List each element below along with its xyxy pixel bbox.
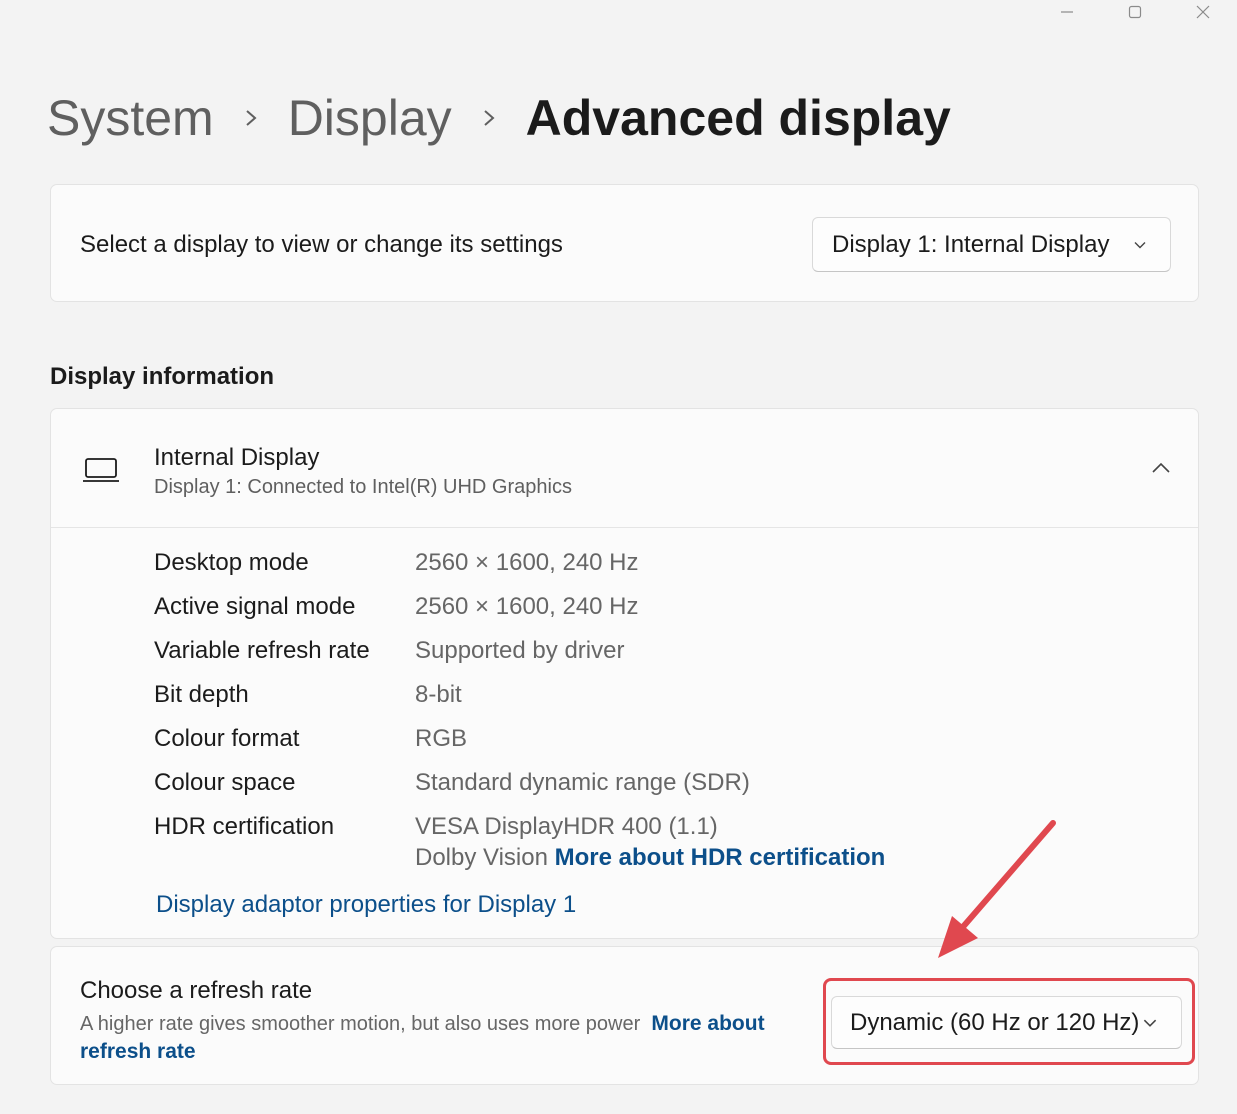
display-select-value: Display 1: Internal Display (832, 230, 1110, 258)
hdr-extra-line: Dolby Vision More about HDR certificatio… (415, 844, 885, 872)
info-key: Colour format (154, 725, 300, 752)
display-select-dropdown[interactable]: Display 1: Internal Display (812, 217, 1171, 272)
info-value: Supported by driver (415, 637, 625, 664)
refresh-rate-description-text: A higher rate gives smoother motion, but… (80, 1013, 641, 1035)
chevron-up-icon (1152, 462, 1170, 473)
info-value: RGB (415, 725, 468, 752)
maximize-button[interactable] (1101, 0, 1169, 24)
info-row-active-signal-mode: Active signal mode 2560 × 1600, 240 Hz (154, 591, 750, 635)
info-key: Active signal mode (154, 593, 356, 620)
info-row-colour-space: Colour space Standard dynamic range (SDR… (154, 767, 750, 811)
window-controls (1033, 0, 1237, 24)
hdr-certification-link[interactable]: More about HDR certification (555, 844, 886, 871)
close-icon (1196, 5, 1210, 19)
display-info-list: Desktop mode 2560 × 1600, 240 Hz Active … (154, 547, 750, 855)
laptop-icon (83, 457, 119, 488)
display-select-label: Select a display to view or change its s… (80, 231, 563, 258)
info-key: Variable refresh rate (154, 637, 370, 664)
info-key: Bit depth (154, 681, 249, 708)
info-row-colour-format: Colour format RGB (154, 723, 750, 767)
info-row-variable-refresh-rate: Variable refresh rate Supported by drive… (154, 635, 750, 679)
page-title: Advanced display (525, 90, 951, 146)
annotation-highlight-box (823, 978, 1195, 1065)
hdr-extra-value: Dolby Vision (415, 844, 548, 871)
breadcrumb-display[interactable]: Display (288, 88, 452, 148)
chevron-right-icon (214, 106, 288, 130)
annotation-arrow-icon (938, 820, 1056, 958)
chevron-right-icon (452, 106, 526, 130)
minimize-icon (1061, 11, 1073, 13)
display-adaptor-properties-link[interactable]: Display adaptor properties for Display 1 (156, 891, 576, 919)
info-key: Desktop mode (154, 549, 309, 576)
refresh-rate-description: A higher rate gives smoother motion, but… (80, 1010, 820, 1066)
collapse-button[interactable] (1146, 453, 1176, 483)
display-select-card: Select a display to view or change its s… (50, 184, 1199, 302)
display-name: Internal Display (154, 444, 320, 471)
section-title-display-information: Display information (50, 363, 275, 390)
info-key: Colour space (154, 769, 296, 796)
info-row-desktop-mode: Desktop mode 2560 × 1600, 240 Hz (154, 547, 750, 591)
info-value: Standard dynamic range (SDR) (415, 769, 750, 796)
minimize-button[interactable] (1033, 0, 1101, 24)
info-value: 8-bit (415, 681, 462, 708)
breadcrumb: System Display Advanced display (47, 88, 951, 148)
maximize-icon (1128, 5, 1142, 19)
refresh-rate-title: Choose a refresh rate (80, 977, 313, 1004)
close-button[interactable] (1169, 0, 1237, 24)
display-information-header[interactable]: Internal Display Display 1: Connected to… (51, 409, 1198, 528)
info-value: 2560 × 1600, 240 Hz (415, 593, 639, 620)
info-key: HDR certification (154, 813, 335, 840)
breadcrumb-system[interactable]: System (47, 88, 214, 148)
chevron-down-icon (1132, 237, 1148, 253)
display-subtitle: Display 1: Connected to Intel(R) UHD Gra… (154, 476, 572, 498)
info-row-bit-depth: Bit depth 8-bit (154, 679, 750, 723)
info-value: 2560 × 1600, 240 Hz (415, 549, 639, 576)
